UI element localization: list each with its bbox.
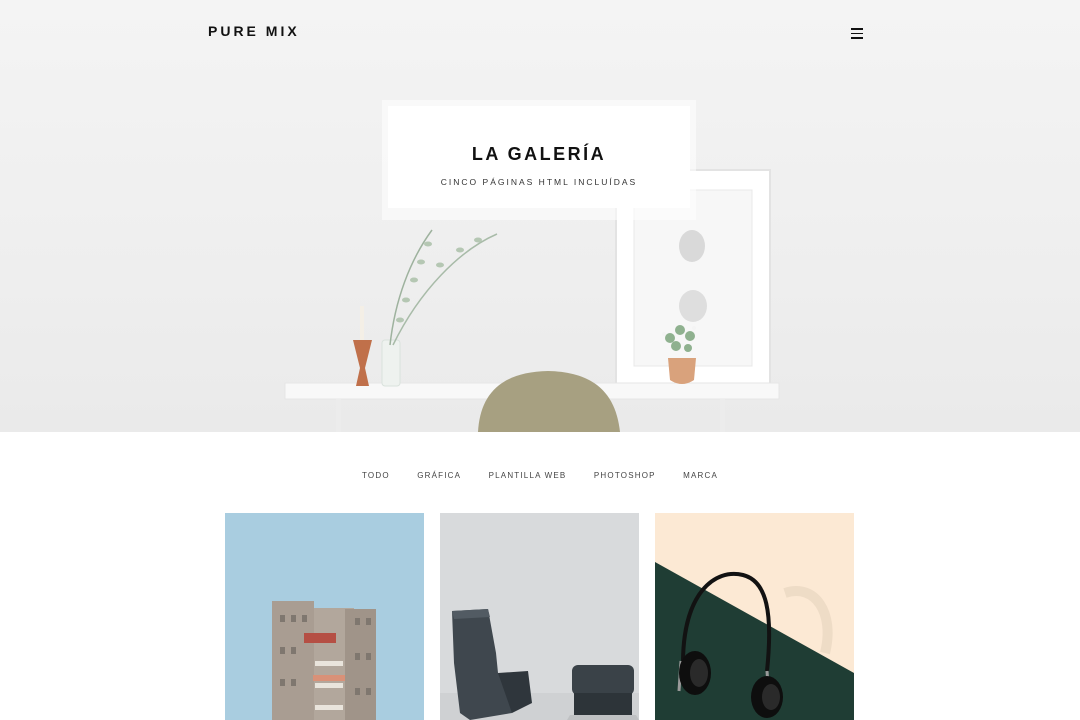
gallery-item-headphones[interactable] <box>655 513 854 720</box>
gallery-item-chairs[interactable] <box>440 513 639 720</box>
gallery-item-building[interactable] <box>225 513 424 720</box>
filter-web-template[interactable]: PLANTILLA WEB <box>489 471 567 480</box>
filter-brand[interactable]: MARCA <box>683 471 718 480</box>
hero-section: PURE MIX LA GALERÍA CINCO PÁGINAS HTML I… <box>0 0 1080 432</box>
gallery-filter-bar: TODO GRÁFICA PLANTILLA WEB PHOTOSHOP MAR… <box>0 471 1080 480</box>
headphones-image <box>655 513 854 720</box>
filter-photoshop[interactable]: PHOTOSHOP <box>594 471 656 480</box>
filter-graphic[interactable]: GRÁFICA <box>417 471 461 480</box>
page-title: LA GALERÍA <box>471 144 607 164</box>
hero-title-card: LA GALERÍA CINCO PÁGINAS HTML INCLUÍDAS <box>382 100 696 220</box>
chairs-image <box>440 513 639 720</box>
filter-all[interactable]: TODO <box>362 471 390 480</box>
hamburger-icon[interactable] <box>848 24 866 42</box>
page-subtitle: CINCO PÁGINAS HTML INCLUÍDAS <box>440 177 638 187</box>
building-image <box>225 513 424 720</box>
brand-logo[interactable]: PURE MIX <box>208 23 300 39</box>
